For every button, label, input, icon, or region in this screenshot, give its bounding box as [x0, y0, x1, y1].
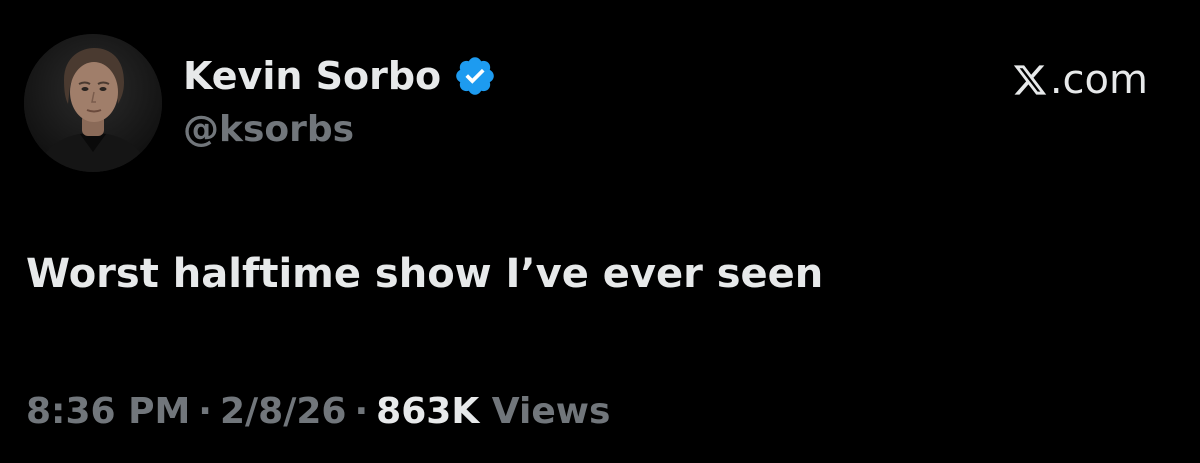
author-handle[interactable]: @ksorbs [183, 108, 354, 151]
views-label: Views [491, 391, 611, 432]
avatar[interactable] [24, 34, 162, 172]
tweet-date[interactable]: 2/8/26 [220, 391, 347, 432]
brand-domain-text: .com [1049, 57, 1148, 103]
meta-separator: · [198, 391, 212, 432]
verified-badge-icon[interactable] [453, 54, 497, 98]
tweet-meta: 8:36 PM · 2/8/26 · 863K Views [26, 390, 610, 433]
tweet-text: Worst halftime show I’ve ever seen [26, 251, 824, 297]
tweet-card: Kevin Sorbo @ksorbs .com Worst halftime … [0, 0, 1200, 463]
views-count[interactable]: 863K [376, 391, 479, 432]
author-display-name[interactable]: Kevin Sorbo [183, 57, 441, 95]
avatar-photo [24, 34, 162, 172]
brand-watermark: .com [1012, 54, 1148, 106]
x-logo-icon [1012, 62, 1048, 98]
tweet-time[interactable]: 8:36 PM [26, 391, 190, 432]
meta-separator: · [354, 391, 369, 432]
author-name-row: Kevin Sorbo [183, 50, 497, 102]
